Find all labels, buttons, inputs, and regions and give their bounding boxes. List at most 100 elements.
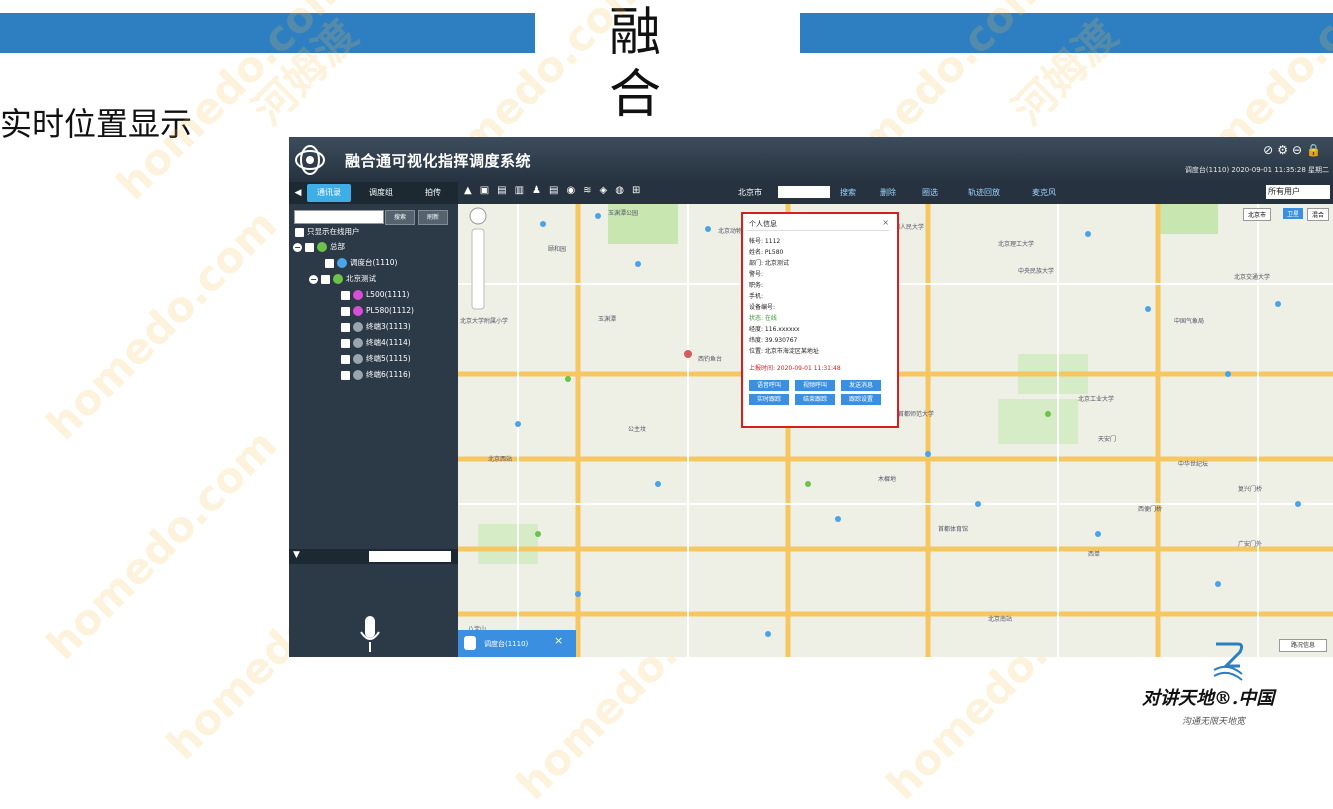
tree-node[interactable]: 终端5(1115) [341,352,411,366]
map-type-satellite[interactable]: 卫星 [1282,208,1303,219]
sidebar-tabs: ◀ 通讯录 调度组 拍传 [289,182,458,204]
app-window: 融合通可视化指挥调度系统 ⊘⚙⊖🔒 调度台(1110) 2020-09-01 1… [289,137,1333,657]
gear-icon[interactable]: ⚙ [1277,143,1292,157]
city-search-input[interactable] [778,186,830,198]
header-bar-right [800,13,1333,53]
map-label: 木樨地 [878,476,897,483]
map-label: 中国气象局 [1174,318,1205,325]
checkbox-icon[interactable] [325,258,334,268]
tree-node[interactable]: 调度台(1110) [325,256,397,270]
checkbox-icon[interactable] [321,274,330,284]
group-icon [317,242,327,252]
tree-node[interactable]: 终端3(1113) [341,320,411,334]
map-label: 颐和园 [548,246,567,253]
map-label: 北京西站 [488,456,513,463]
slide-title: 融合 [608,3,661,125]
popup-field-status: 状态: 在线 [749,315,777,322]
map-view[interactable]: 玉渊潭公园 中国人民大学 北京理工大学 北京交通大学 中央民族大学 中国气象局 … [458,204,1333,657]
tab-groups[interactable]: 调度组 [359,184,403,202]
tree-node[interactable]: − 总部 [293,240,345,254]
map-label: 首都体育馆 [938,526,969,533]
terminal-offline-icon [353,322,363,332]
app-logo-icon [295,145,325,175]
checkbox-icon[interactable] [305,242,314,252]
map-label: 北京工业大学 [1078,396,1115,403]
collapse-icon[interactable]: − [309,274,318,284]
slide-subtitle: 实时位置显示 [0,105,193,143]
video-call-button[interactable]: 视频呼叫 [795,380,835,391]
map-label: 广安门外 [1238,541,1263,548]
checkbox-icon[interactable] [341,354,350,364]
tree-node[interactable]: PL580(1112) [341,304,414,318]
map-label: 北京南站 [988,616,1013,623]
header-bar-left [0,13,535,53]
tab-photo-upload[interactable]: 拍传 [413,184,453,202]
terminal-online-icon [353,290,363,300]
popup-field: 职务: [749,282,764,289]
close-icon[interactable]: × [554,634,563,647]
map-label: 西钓鱼台 [698,356,723,363]
app-name: 融合通可视化指挥调度系统 [345,152,532,170]
checkbox-icon[interactable] [295,227,304,237]
voice-call-button[interactable]: 语音呼叫 [749,380,789,391]
checkbox-icon[interactable] [341,306,350,316]
microphone-button[interactable]: 麦克风 [1032,187,1056,198]
mute-icon[interactable]: ⊘ [1263,143,1277,157]
map-label: 玉渊潭公园 [608,210,639,217]
map-label: 天安门 [1098,436,1117,443]
minus-icon[interactable]: ⊖ [1292,143,1306,157]
user-avatar-icon [464,636,476,650]
popup-field: 设备编号: [749,304,776,311]
terminal-offline-icon [353,354,363,364]
map-label: 复兴门桥 [1238,486,1263,493]
map-label: 玉渊潭 [598,316,617,323]
tree-node[interactable]: 终端4(1114) [341,336,411,350]
map-label: 西便门桥 [1138,506,1163,513]
map-tool-icons[interactable]: ▲▣▤▥♟▤◉≋◈◍⊞ [464,185,648,196]
track-settings-button[interactable]: 跟踪设置 [841,394,881,405]
brand-logo: 对讲天地®.中国 沟通无限天地宽 [1142,640,1312,735]
tab-contacts[interactable]: 通讯录 [307,184,351,202]
user-filter-select[interactable]: 所有用户 [1266,185,1330,199]
call-tab[interactable]: 调度台(1110) × [458,630,576,657]
map-label: 中央民族大学 [1018,268,1055,275]
dispatcher-icon [337,258,347,268]
divider [747,230,889,231]
popup-field: 部门: 北京测试 [749,260,789,267]
sidebar-search-button[interactable]: 搜索 [385,210,415,225]
online-only-checkbox[interactable]: 只显示在线用户 [295,225,360,239]
popup-field: 姓名: PL580 [749,249,784,256]
watermark-8: homedo.com [37,419,287,670]
sidebar-refresh-button[interactable]: 刷新 [418,210,448,225]
lock-icon[interactable]: 🔒 [1306,143,1325,157]
map-delete-button[interactable]: 删除 [880,187,896,198]
expand-down-icon[interactable]: ▼ [293,550,300,560]
sidebar-select[interactable] [369,551,451,562]
circle-select-button[interactable]: 圈选 [922,187,938,198]
microphone-icon[interactable] [359,614,381,654]
track-playback-button[interactable]: 轨迹回放 [968,187,1000,198]
map-label: 中华世纪坛 [1178,461,1209,468]
checkbox-icon[interactable] [341,290,350,300]
map-type-map[interactable]: 北京市 [1242,208,1271,221]
tree-node[interactable]: L500(1111) [341,288,409,302]
sidebar-search-input[interactable] [294,210,384,224]
checkbox-icon[interactable] [341,322,350,332]
checkbox-icon[interactable] [341,370,350,380]
send-message-button[interactable]: 发送消息 [841,380,881,391]
collapse-icon[interactable]: − [293,242,302,252]
tree-node[interactable]: 终端6(1116) [341,368,411,382]
checkbox-icon[interactable] [341,338,350,348]
live-track-button[interactable]: 实时跟踪 [749,394,789,405]
terminal-offline-icon [353,338,363,348]
close-icon[interactable]: × [882,218,889,227]
popup-field: 手机: [749,293,764,300]
tree-node[interactable]: − 北京测试 [309,272,376,286]
map-type-hybrid[interactable]: 混合 [1306,208,1329,221]
map-label: 首都师范大学 [898,411,935,418]
collapse-arrow-icon[interactable]: ◀ [293,184,303,202]
user-info-popup: 个人信息 × 帐号: 1112 姓名: PL580 部门: 北京测试 警号: 职… [741,212,899,428]
map-search-button[interactable]: 搜索 [840,187,856,198]
brand-slogan: 沟通无限天地宽 [1182,717,1246,727]
stop-track-button[interactable]: 结束跟踪 [795,394,835,405]
